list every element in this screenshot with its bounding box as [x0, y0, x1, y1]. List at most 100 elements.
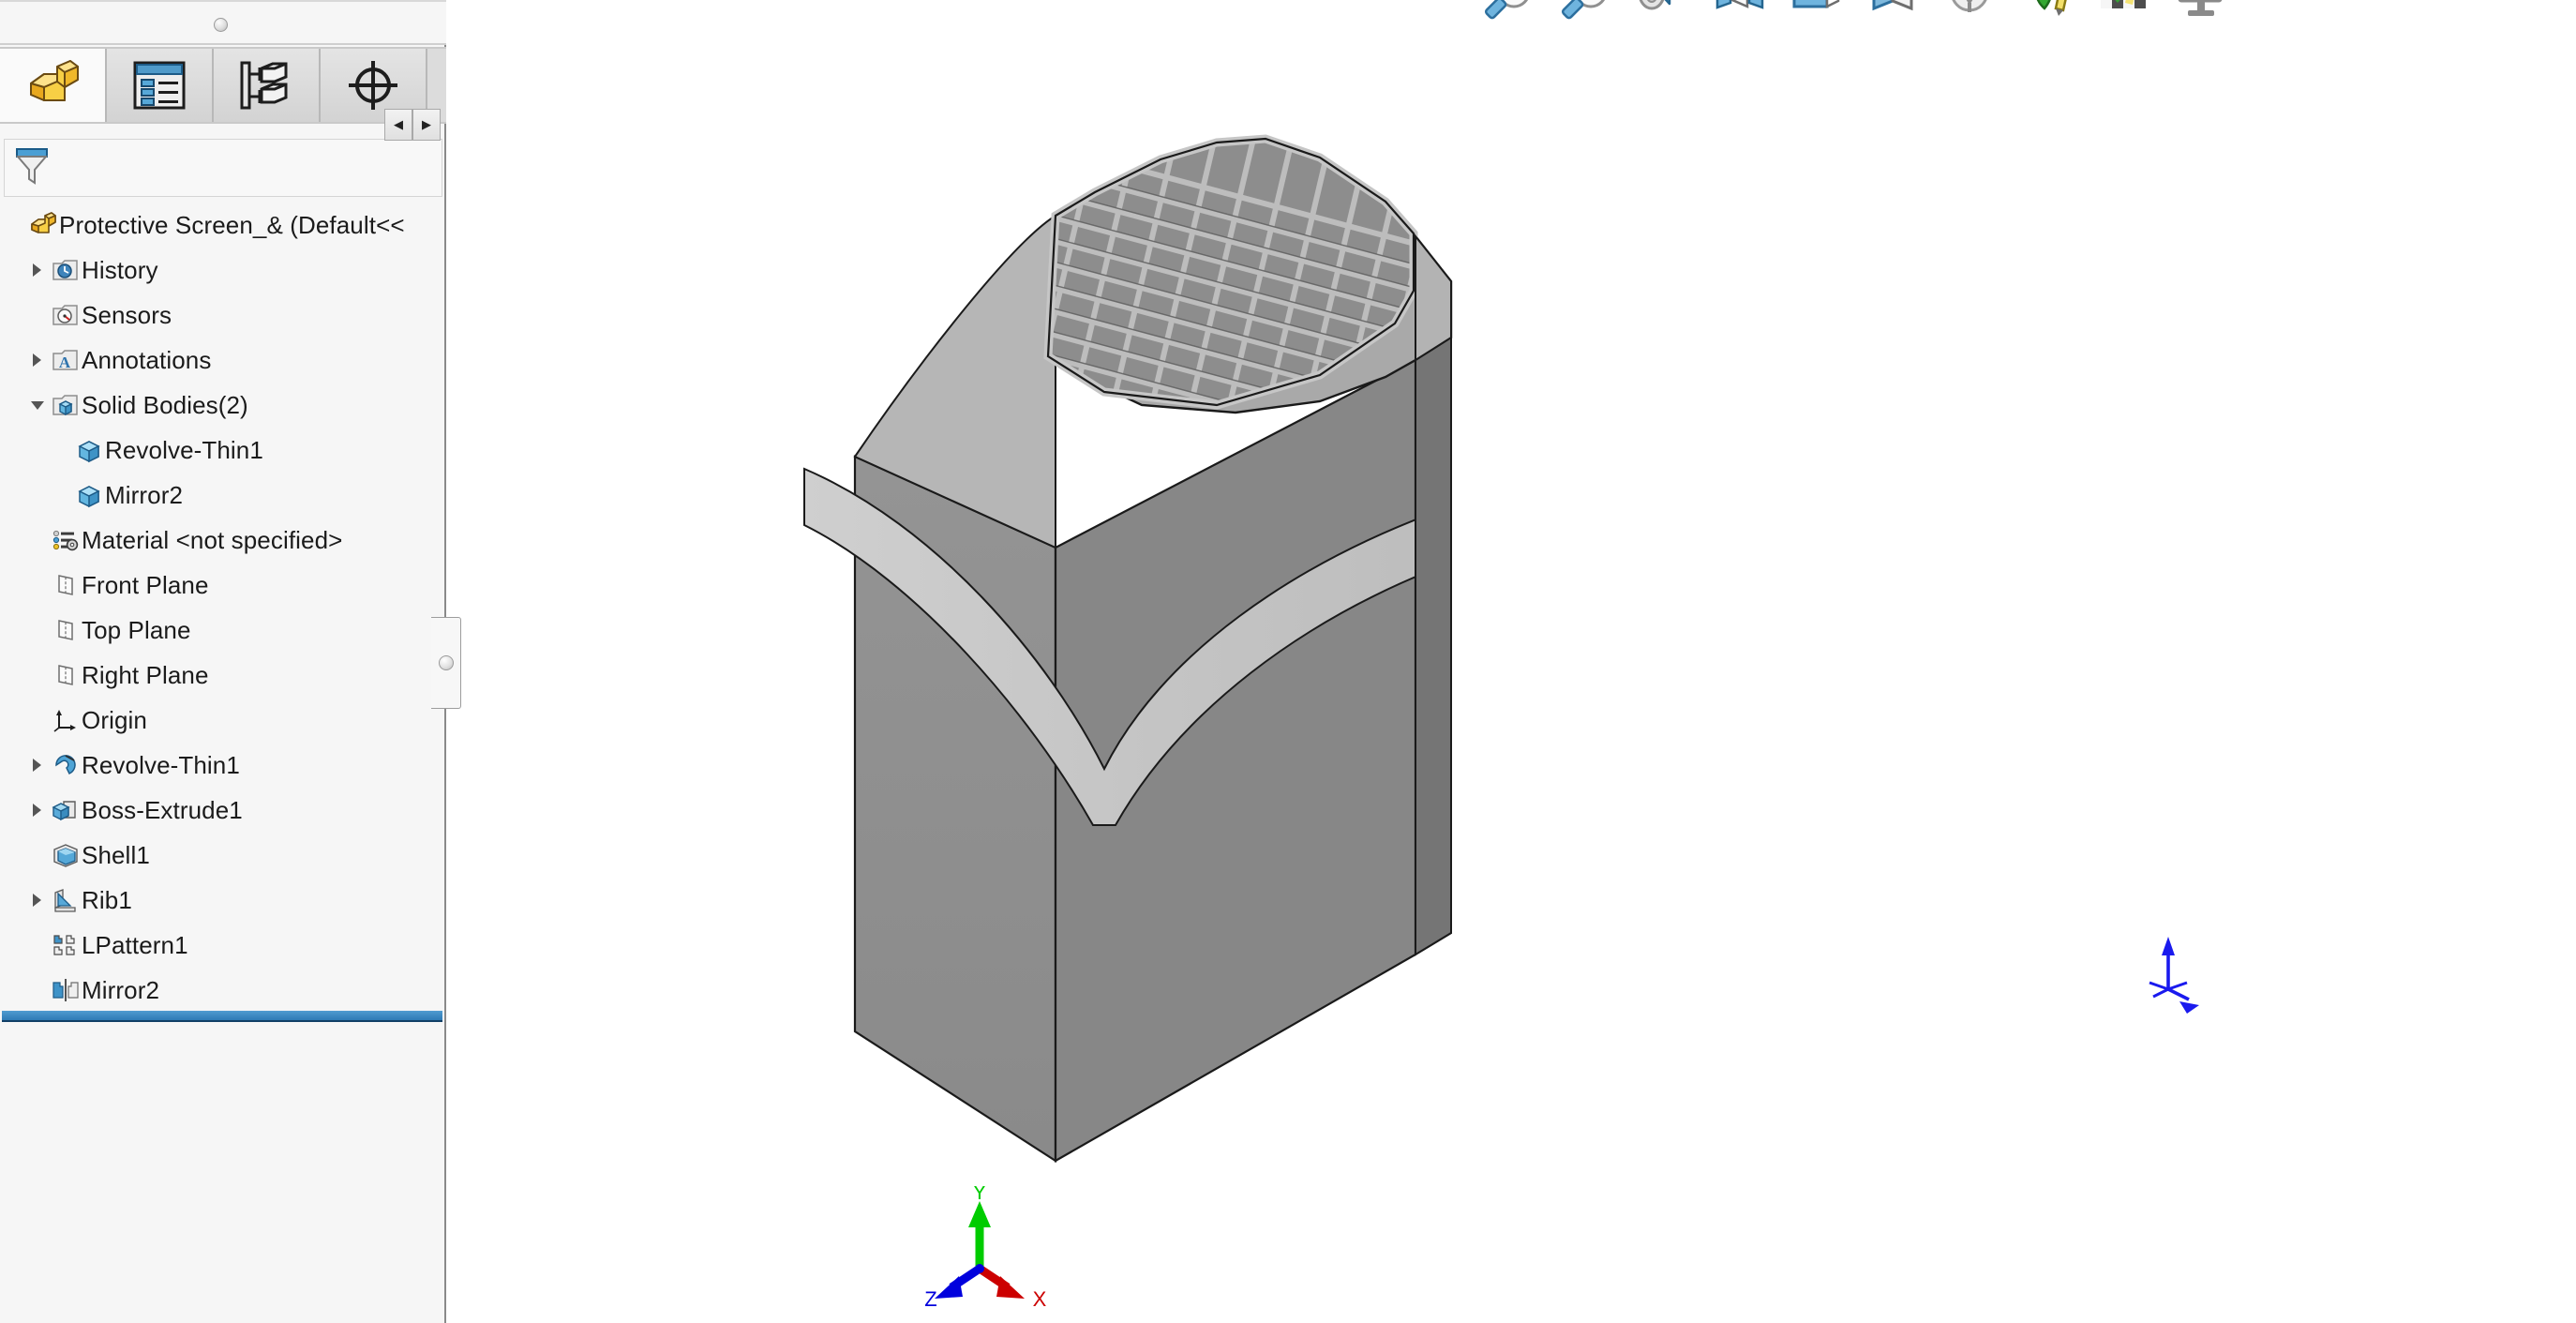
tab-feature-manager[interactable]: [0, 49, 107, 122]
previous-view-icon[interactable]: [1635, 0, 1691, 26]
protective-screen-3d-model[interactable]: [448, 0, 2576, 1323]
configuration-tree-icon: [239, 60, 293, 111]
material-icon: [50, 527, 82, 553]
plane-icon: [50, 662, 82, 688]
panel-pin-dot-icon[interactable]: [214, 18, 228, 32]
tree-item-feature-mirror2-label: Mirror2: [82, 975, 160, 1004]
view-orientation-icon[interactable]: [1789, 0, 1845, 26]
tab-scroll-right-button[interactable]: ▶: [412, 109, 441, 141]
tree-item-top-plane-label: Top Plane: [82, 615, 191, 644]
tree-item-front-plane[interactable]: Front Plane: [0, 563, 444, 608]
tree-filter-row[interactable]: [4, 139, 442, 197]
edit-appearance-icon[interactable]: [2019, 0, 2075, 26]
model-right-top-flare: [1415, 233, 1452, 362]
tree-item-feature-shell1-label: Shell1: [82, 840, 150, 869]
tab-scroll-left-button[interactable]: ◀: [384, 109, 412, 141]
tree-item-sensors-label: Sensors: [82, 300, 172, 329]
triad-label-z: Z: [924, 1287, 936, 1311]
rollback-bar[interactable]: [2, 1011, 442, 1022]
tree-item-feature-revolve-thin1-label: Revolve-Thin1: [82, 750, 240, 779]
tab-scroller-group: ◀ ▶: [384, 109, 441, 141]
property-list-icon: [133, 61, 186, 110]
tree-item-origin-label: Origin: [82, 705, 147, 734]
svg-text:A: A: [59, 353, 71, 371]
tree-item-origin[interactable]: Origin: [0, 698, 444, 743]
tree-item-body-mirror2[interactable]: Mirror2: [0, 473, 444, 518]
plane-icon: [50, 617, 82, 643]
linear-pattern-icon: [50, 932, 82, 958]
tree-item-feature-boss-extrude1-label: Boss-Extrude1: [82, 795, 243, 824]
graphics-viewport[interactable]: Y Z X: [448, 0, 2576, 1323]
history-folder-icon: [50, 257, 82, 283]
tree-toggle-collapsed[interactable]: [24, 263, 50, 277]
tree-item-annotations[interactable]: A Annotations: [0, 338, 444, 383]
yellow-part-icon: [23, 59, 82, 112]
tree-item-annotations-label: Annotations: [82, 345, 212, 374]
tab-configuration-manager[interactable]: [214, 49, 321, 122]
tree-item-feature-revolve-thin1[interactable]: Revolve-Thin1: [0, 743, 444, 788]
section-view-icon[interactable]: [1712, 0, 1768, 26]
shell-feature-icon: [50, 842, 82, 868]
hide-show-items-icon[interactable]: [1942, 0, 1999, 26]
revolve-thin-feature-icon: [50, 752, 82, 778]
feature-manager-panel: ◀ ▶ Protective Screen_& (Default<< Histo…: [0, 0, 461, 1323]
tree-item-feature-mirror2[interactable]: Mirror2: [0, 968, 444, 1009]
solid-body-icon: [73, 482, 105, 508]
tree-toggle-collapsed[interactable]: [24, 759, 50, 772]
model-right-flare: [1415, 336, 1452, 956]
tree-item-history-label: History: [82, 255, 158, 284]
tree-toggle-collapsed[interactable]: [24, 894, 50, 907]
tab-property-manager[interactable]: [107, 49, 214, 122]
tree-item-feature-shell1[interactable]: Shell1: [0, 833, 444, 878]
part-document-icon: [27, 212, 59, 238]
tree-item-material-label: Material <not specified>: [82, 525, 343, 554]
tree-empty-area: [0, 1024, 444, 1323]
dimxpert-crosshair-icon: [346, 59, 400, 112]
tree-item-solid-bodies-label: Solid Bodies(2): [82, 390, 248, 419]
apply-scene-icon[interactable]: [2096, 0, 2152, 26]
zoom-to-fit-icon[interactable]: [1481, 0, 1537, 26]
origin-axes-icon: [50, 707, 82, 733]
boss-extrude-feature-icon: [50, 797, 82, 823]
tree-item-front-plane-label: Front Plane: [82, 570, 209, 599]
display-style-icon[interactable]: [1865, 0, 1922, 26]
tree-item-root[interactable]: Protective Screen_& (Default<<: [0, 203, 444, 248]
model-origin-marker: [2149, 937, 2199, 1014]
zoom-to-area-icon[interactable]: [1558, 0, 1614, 26]
manager-tab-bar: [0, 47, 446, 124]
heads-up-view-toolbar: [1481, 0, 2229, 26]
tree-item-sensors[interactable]: Sensors: [0, 293, 444, 338]
tree-item-feature-lpattern1-label: LPattern1: [82, 930, 188, 959]
splitter-grip-dot-icon: [438, 655, 454, 670]
tree-toggle-expanded[interactable]: [24, 400, 50, 410]
tree-toggle-collapsed[interactable]: [24, 804, 50, 817]
triad-label-y: Y: [973, 1186, 987, 1204]
sensors-folder-icon: [50, 302, 82, 328]
tree-item-feature-rib1[interactable]: Rib1: [0, 878, 444, 923]
tree-item-root-label: Protective Screen_& (Default<<: [59, 210, 405, 239]
view-settings-icon[interactable]: [2173, 0, 2229, 26]
panel-splitter-handle[interactable]: [431, 617, 461, 709]
tree-item-feature-lpattern1[interactable]: LPattern1: [0, 923, 444, 968]
panel-top-strip: [0, 0, 446, 45]
rib-feature-icon: [50, 887, 82, 913]
reference-triad: Y Z X: [924, 1186, 1047, 1311]
solid-bodies-folder-icon: [50, 392, 82, 418]
solid-body-icon: [73, 437, 105, 463]
tree-item-solid-bodies[interactable]: Solid Bodies(2): [0, 383, 444, 428]
tree-item-right-plane[interactable]: Right Plane: [0, 653, 444, 698]
tree-item-right-plane-label: Right Plane: [82, 660, 209, 689]
tree-item-feature-boss-extrude1[interactable]: Boss-Extrude1: [0, 788, 444, 833]
tree-item-body-revolve-thin1-label: Revolve-Thin1: [105, 435, 263, 464]
tree-toggle-collapsed[interactable]: [24, 353, 50, 367]
tree-item-top-plane[interactable]: Top Plane: [0, 608, 444, 653]
plane-icon: [50, 572, 82, 598]
tree-item-history[interactable]: History: [0, 248, 444, 293]
feature-tree[interactable]: Protective Screen_& (Default<< History S…: [0, 199, 444, 1009]
filter-funnel-icon[interactable]: [14, 145, 50, 191]
tree-item-material[interactable]: Material <not specified>: [0, 518, 444, 563]
mirror-feature-icon: [50, 977, 82, 1003]
triad-label-x: X: [1033, 1287, 1047, 1311]
tree-item-body-mirror2-label: Mirror2: [105, 480, 184, 509]
tree-item-body-revolve-thin1[interactable]: Revolve-Thin1: [0, 428, 444, 473]
